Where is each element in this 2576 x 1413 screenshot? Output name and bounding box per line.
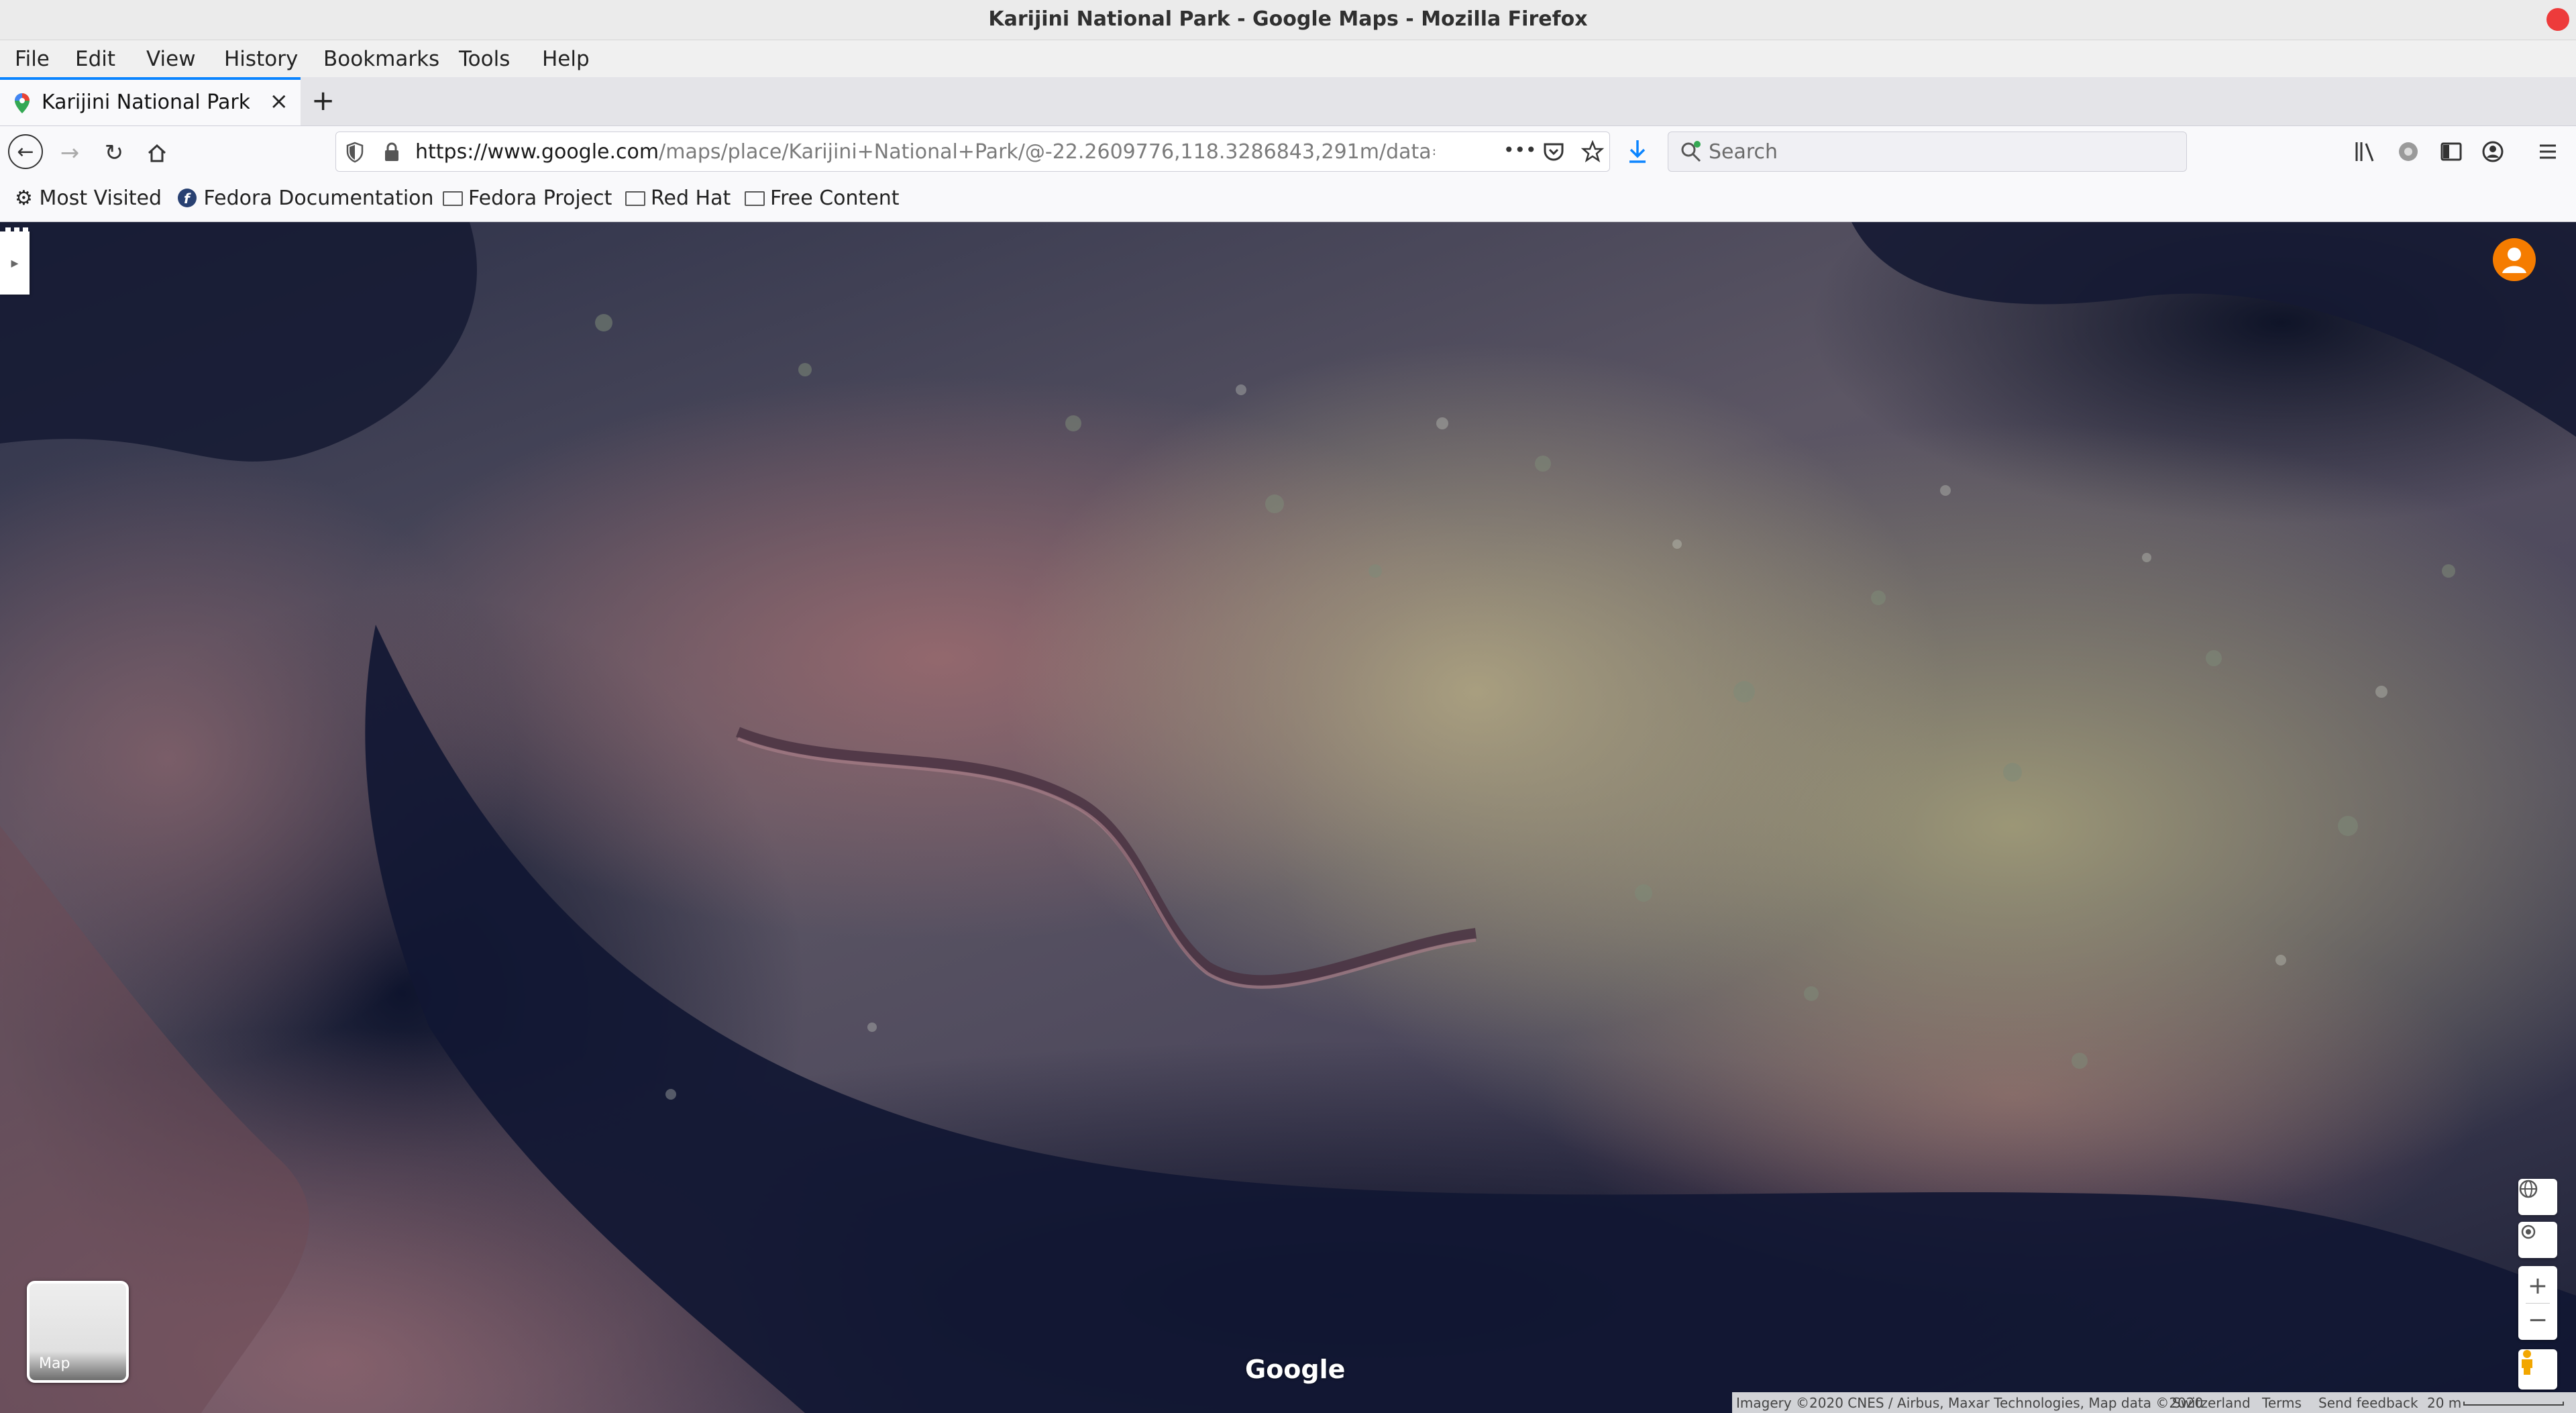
bookmark-red-hat[interactable]: Red Hat	[625, 187, 731, 210]
bookmarks-toolbar: ⚙ Most Visited f Fedora Documentation Fe…	[0, 178, 2576, 222]
maps-pin-icon	[15, 93, 30, 113]
menu-file[interactable]: File	[15, 47, 50, 71]
search-icon	[1681, 141, 1701, 162]
bookmark-label: Free Content	[770, 187, 900, 210]
layer-label: Map	[39, 1355, 70, 1372]
lock-icon[interactable]	[383, 142, 400, 163]
folder-icon	[443, 191, 463, 206]
library-icon[interactable]	[2353, 140, 2377, 164]
map-layer-toggle[interactable]: Map	[27, 1281, 129, 1383]
navigation-toolbar: ← → ↻ https://www.google.com/maps/place/…	[0, 126, 2576, 178]
region-link[interactable]: Switzerland	[2172, 1395, 2251, 1411]
back-button[interactable]: ←	[8, 134, 43, 169]
menu-tools[interactable]: Tools	[459, 47, 510, 71]
tab-strip: Karijini National Park - × +	[0, 77, 2576, 126]
gear-icon: ⚙	[15, 187, 33, 210]
menu-bar: File Edit View History Bookmarks Tools H…	[0, 40, 2576, 77]
send-feedback-link[interactable]: Send feedback	[2318, 1395, 2418, 1411]
bookmark-most-visited[interactable]: ⚙ Most Visited	[15, 187, 162, 210]
downloads-icon[interactable]	[1626, 138, 1649, 165]
url-host: https://www.google.com	[415, 140, 659, 164]
reload-button[interactable]: ↻	[95, 134, 133, 172]
forward-arrow-icon: →	[60, 140, 80, 166]
folder-icon	[745, 191, 765, 206]
back-arrow-icon: ←	[17, 140, 34, 164]
menu-help[interactable]: Help	[542, 47, 590, 71]
satellite-map[interactable]: ▸ + − Map Google Imagery ©2020 CNES / Ai…	[0, 222, 2576, 1413]
bookmark-label: Red Hat	[651, 187, 731, 210]
home-button[interactable]	[138, 134, 176, 172]
location-icon	[2521, 1224, 2536, 1239]
zoom-control: + −	[2518, 1266, 2557, 1340]
account-avatar[interactable]	[2493, 238, 2536, 281]
url-bar[interactable]: https://www.google.com/maps/place/Kariji…	[335, 132, 1610, 172]
imagery-attribution: Imagery ©2020 CNES / Airbus, Maxar Techn…	[1736, 1395, 2204, 1411]
bookmark-fedora-project[interactable]: Fedora Project	[443, 187, 612, 210]
menu-history[interactable]: History	[224, 47, 298, 71]
account-icon[interactable]	[2481, 140, 2505, 164]
my-location-button[interactable]	[2518, 1222, 2557, 1258]
tab-close-button[interactable]: ×	[270, 88, 289, 115]
zoom-in-button[interactable]: +	[2528, 1269, 2548, 1303]
search-bar[interactable]: Search	[1668, 132, 2187, 172]
zoom-out-button[interactable]: −	[2528, 1304, 2548, 1337]
chevron-right-icon: ▸	[11, 254, 19, 272]
menu-view[interactable]: View	[146, 47, 196, 71]
terms-link[interactable]: Terms	[2262, 1395, 2302, 1411]
pegman-icon	[2522, 1350, 2532, 1375]
forward-button[interactable]: →	[51, 134, 89, 172]
satellite-imagery	[0, 222, 2576, 1413]
window-title: Karijini National Park - Google Maps - M…	[988, 7, 1588, 31]
tab-label: Karijini National Park -	[42, 91, 250, 114]
globe-icon	[2519, 1180, 2538, 1198]
home-icon	[148, 144, 166, 162]
reload-icon: ↻	[104, 140, 124, 166]
person-icon	[2502, 248, 2526, 273]
new-tab-button[interactable]: +	[311, 84, 335, 117]
tab-karijini[interactable]: Karijini National Park - ×	[0, 77, 301, 125]
folder-icon	[625, 191, 645, 206]
scale-bar	[2463, 1402, 2564, 1406]
shield-icon[interactable]	[345, 142, 364, 163]
extension-icon[interactable]	[2396, 140, 2420, 164]
bookmark-fedora-documentation[interactable]: f Fedora Documentation	[177, 187, 434, 210]
menu-bookmarks[interactable]: Bookmarks	[323, 47, 439, 71]
google-logo: Google	[1245, 1355, 1346, 1384]
window-close-button[interactable]	[2546, 8, 2569, 31]
scale-label[interactable]: 20 m	[2427, 1395, 2461, 1411]
bookmark-label: Fedora Project	[468, 187, 612, 210]
page-actions-button[interactable]: •••	[1503, 139, 1537, 161]
url-path: /maps/place/Karijini+National+Park/@-22.…	[659, 140, 1435, 164]
sidebar-icon[interactable]	[2439, 140, 2463, 164]
bookmark-free-content[interactable]: Free Content	[745, 187, 900, 210]
window-title-bar: Karijini National Park - Google Maps - M…	[0, 0, 2576, 40]
url-text[interactable]: https://www.google.com/maps/place/Kariji…	[415, 140, 1435, 164]
fedora-icon: f	[178, 189, 197, 207]
google-apps-icon[interactable]	[0, 222, 34, 256]
globe-view-button[interactable]	[2518, 1179, 2557, 1215]
hamburger-menu-icon[interactable]	[2536, 140, 2560, 164]
map-attribution-bar: Imagery ©2020 CNES / Airbus, Maxar Techn…	[1732, 1392, 2576, 1413]
pocket-icon[interactable]	[1542, 142, 1565, 163]
bookmark-label: Fedora Documentation	[203, 187, 434, 210]
search-placeholder: Search	[1709, 140, 1778, 164]
street-view-pegman[interactable]	[2518, 1349, 2557, 1390]
bookmark-star-icon[interactable]	[1581, 140, 1604, 163]
menu-edit[interactable]: Edit	[75, 47, 115, 71]
bookmark-label: Most Visited	[39, 187, 162, 210]
